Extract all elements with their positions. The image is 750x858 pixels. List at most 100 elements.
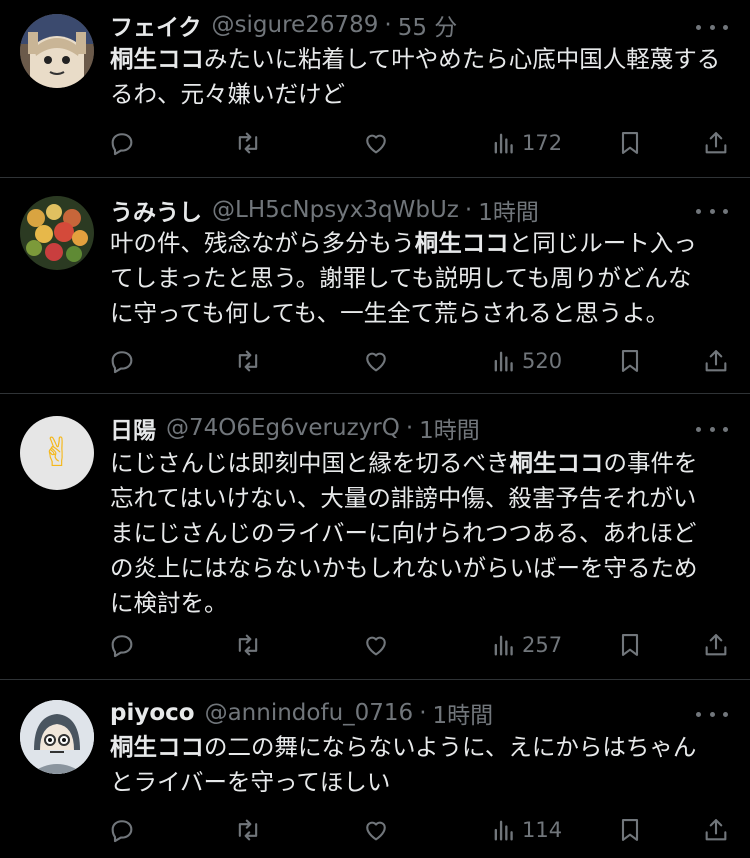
views-button[interactable]: 520 [490, 344, 562, 378]
view-count: 172 [522, 131, 563, 155]
reply-icon [111, 635, 133, 658]
highlighted-keyword: 桐生ココ [110, 45, 204, 73]
separator: · [405, 415, 414, 441]
views-button[interactable]: 114 [490, 813, 562, 847]
text-segment: るわ、元々嫌いだけど [110, 80, 345, 108]
bookmark-icon [621, 819, 639, 841]
bookmark-button[interactable] [616, 344, 644, 378]
highlighted-keyword: 桐生ココ [414, 229, 509, 257]
highlighted-keyword: 桐生ココ [509, 449, 604, 477]
text-segment: 忘れてはいけない、大量の誹謗中傷、殺害予告それがい [110, 484, 697, 512]
more-icon[interactable] [696, 419, 728, 439]
share-button[interactable] [702, 126, 730, 160]
avatar[interactable]: ✌ [20, 416, 94, 490]
user-handle[interactable]: @annindofu_0716 [205, 700, 414, 726]
bookmark-button[interactable] [616, 126, 644, 160]
avatar[interactable] [20, 14, 94, 88]
timestamp[interactable]: 1時間 [419, 411, 480, 445]
retweet-button[interactable] [234, 628, 262, 662]
text-segment: に検討を。 [110, 589, 228, 617]
avatar[interactable] [20, 196, 94, 270]
retweet-icon [238, 132, 258, 154]
view-count: 257 [522, 633, 563, 657]
tweet-actions: 520 [108, 344, 733, 378]
reply-icon [111, 351, 133, 374]
display-name[interactable]: うみうし [110, 193, 202, 227]
retweet-button[interactable] [234, 813, 262, 847]
timestamp[interactable]: 1時間 [433, 696, 494, 730]
flower-bouquet-avatar [20, 196, 94, 270]
reply-button[interactable] [108, 628, 136, 662]
separator: · [464, 197, 473, 223]
share-icon [705, 132, 727, 154]
display-name[interactable]: piyoco [110, 700, 195, 726]
text-segment: の二の舞にならないように、えにからはちゃん [204, 733, 697, 761]
tweet-text: にじさんじは即刻中国と縁を切るべき桐生ココの事件を 忘れてはいけない、大量の誹謗… [110, 446, 725, 621]
tweet-text: 桐生ココみたいに粘着して叶やめたら心底中国人軽蔑する るわ、元々嫌いだけど [110, 42, 725, 112]
user-handle[interactable]: @LH5cNpsyx3qWbUz [212, 197, 459, 223]
like-button[interactable] [362, 344, 390, 378]
heart-icon [366, 352, 386, 372]
view-count: 520 [522, 349, 563, 373]
victory-hand-avatar: ✌ [40, 430, 74, 476]
analytics-icon [494, 133, 513, 154]
tweet-actions: 257 [108, 628, 733, 662]
timestamp[interactable]: 1時間 [478, 193, 539, 227]
tweet[interactable]: ✌ 日陽 @74O6Eg6veruzyrQ · 1時間 にじさんじは即刻中国と縁… [0, 394, 750, 678]
tweet[interactable]: フェイク @sigure26789 · 55 分 桐生ココみたいに粘着して叶やめ… [0, 0, 750, 176]
views-button[interactable]: 257 [490, 628, 562, 662]
text-segment: と同じルート入っ [508, 229, 697, 257]
retweet-button[interactable] [234, 344, 262, 378]
text-segment: に守っても何しても、一生全て荒らされると思うよ。 [110, 299, 670, 327]
tweet-header: うみうし @LH5cNpsyx3qWbUz · 1時間 [110, 193, 539, 227]
bookmark-icon [621, 350, 639, 372]
like-button[interactable] [362, 813, 390, 847]
share-button[interactable] [702, 344, 730, 378]
share-icon [705, 634, 727, 656]
tweet-header: フェイク @sigure26789 · 55 分 [110, 8, 458, 42]
separator: · [384, 12, 392, 38]
bookmark-button[interactable] [616, 813, 644, 847]
retweet-icon [238, 634, 258, 656]
heart-icon [366, 636, 386, 656]
reply-button[interactable] [108, 344, 136, 378]
share-icon [705, 350, 727, 372]
more-icon[interactable] [696, 17, 728, 37]
views-button[interactable]: 172 [490, 126, 562, 160]
display-name[interactable]: フェイク [110, 8, 202, 42]
bookmark-icon [621, 132, 639, 154]
text-segment: まにじさんじのライバーに向けられつつある、あれほど [110, 519, 697, 547]
more-icon[interactable] [696, 704, 728, 724]
bookmark-icon [621, 634, 639, 656]
tweet[interactable]: piyoco @annindofu_0716 · 1時間 桐生ココの二の舞になら… [0, 680, 750, 858]
helmet-character-avatar [20, 700, 94, 774]
more-icon[interactable] [696, 201, 728, 221]
bookmark-button[interactable] [616, 628, 644, 662]
heart-icon [366, 821, 386, 841]
avatar[interactable] [20, 700, 94, 774]
retweet-button[interactable] [234, 126, 262, 160]
user-handle[interactable]: @sigure26789 [212, 12, 379, 38]
tweet-actions: 114 [108, 813, 733, 847]
reply-icon [111, 820, 133, 843]
tweet-header: piyoco @annindofu_0716 · 1時間 [110, 696, 494, 730]
text-segment: みたいに粘着して叶やめたら心底中国人軽蔑する [204, 45, 721, 73]
tweet-text: 叶の件、残念ながら多分もう桐生ココと同じルート入っ てしまったと思う。謝罪しても… [110, 226, 725, 331]
display-name[interactable]: 日陽 [110, 411, 156, 445]
tweet-text: 桐生ココの二の舞にならないように、えにからはちゃん とライバーを守ってほしい [110, 730, 725, 800]
like-button[interactable] [362, 126, 390, 160]
heart-icon [366, 134, 386, 154]
like-button[interactable] [362, 628, 390, 662]
anime-character-avatar [20, 14, 94, 88]
text-segment: の炎上にはならないかもしれないがらいばーを守るため [110, 554, 698, 582]
share-button[interactable] [702, 628, 730, 662]
share-button[interactable] [702, 813, 730, 847]
reply-button[interactable] [108, 126, 136, 160]
timestamp[interactable]: 55 分 [398, 8, 458, 42]
reply-button[interactable] [108, 813, 136, 847]
analytics-icon [494, 820, 513, 841]
retweet-icon [238, 819, 258, 841]
user-handle[interactable]: @74O6Eg6veruzyrQ [166, 415, 400, 441]
tweet[interactable]: うみうし @LH5cNpsyx3qWbUz · 1時間 叶の件、残念ながら多分も… [0, 178, 750, 392]
highlighted-keyword: 桐生ココ [110, 733, 204, 761]
